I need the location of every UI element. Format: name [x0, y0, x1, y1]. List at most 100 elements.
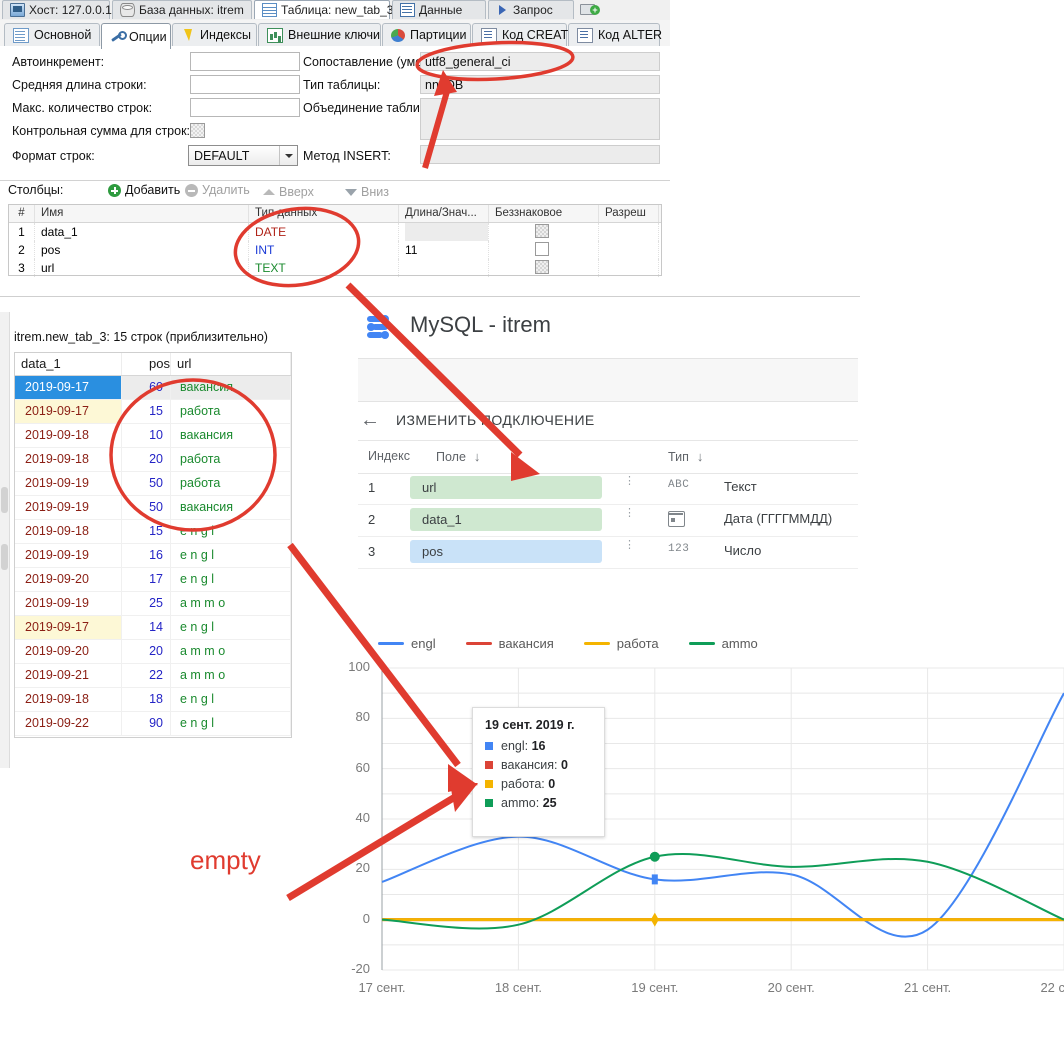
- cell-url[interactable]: e n g l: [171, 568, 291, 591]
- checksum-checkbox[interactable]: [190, 123, 205, 138]
- table-row[interactable]: 2019-09-21 22 a m m o: [15, 664, 291, 688]
- data-header-date[interactable]: data_1: [15, 353, 122, 375]
- col-row-length[interactable]: [405, 223, 488, 241]
- cell-data-1[interactable]: 2019-09-17: [15, 616, 122, 639]
- row-format-select[interactable]: DEFAULT: [188, 145, 298, 166]
- mysql-row-field-chip[interactable]: data_1: [410, 508, 602, 531]
- new-tab-icon[interactable]: [580, 2, 600, 18]
- move-up-button[interactable]: Вверх: [263, 185, 314, 199]
- table-row[interactable]: 2 pos INT 11: [9, 241, 661, 259]
- tab-table[interactable]: Таблица: new_tab_3: [254, 0, 393, 19]
- col-row-name[interactable]: data_1: [35, 223, 249, 241]
- cell-data-1[interactable]: 2019-09-19: [15, 472, 122, 495]
- tab-database[interactable]: База данных: itrem: [112, 0, 252, 19]
- table-row[interactable]: 1 data_1 DATE: [9, 223, 661, 241]
- data-point-marker[interactable]: [650, 912, 659, 927]
- cell-url[interactable]: e n g l: [171, 688, 291, 711]
- cell-url[interactable]: работа: [171, 400, 291, 423]
- cell-url[interactable]: вакансия: [171, 376, 291, 399]
- tab-query[interactable]: Запрос: [488, 0, 574, 19]
- cell-data-1[interactable]: 2019-09-17: [15, 400, 122, 423]
- cell-pos[interactable]: 25: [122, 592, 171, 615]
- col-header-unsigned[interactable]: Беззнаковое: [489, 205, 599, 222]
- more-vertical-icon[interactable]: ⋮: [624, 476, 635, 498]
- max-rows-input[interactable]: [190, 98, 300, 117]
- table-row[interactable]: 2019-09-18 18 e n g l: [15, 688, 291, 712]
- data-header-pos[interactable]: pos: [122, 353, 171, 375]
- col-row-null[interactable]: [599, 259, 659, 277]
- mysql-header-type[interactable]: Тип ↓: [668, 449, 703, 464]
- cell-pos[interactable]: 18: [122, 688, 171, 711]
- table-row[interactable]: 3 url TEXT: [9, 259, 661, 277]
- left-scrollbar[interactable]: [0, 312, 10, 768]
- col-row-type[interactable]: DATE: [249, 223, 399, 241]
- col-row-null[interactable]: [599, 223, 659, 241]
- tab-opcii[interactable]: Опции: [101, 23, 171, 49]
- cell-pos[interactable]: 60: [122, 376, 171, 399]
- cell-url[interactable]: a m m o: [171, 664, 291, 687]
- table-row[interactable]: 2019-09-17 15 работа: [15, 400, 291, 424]
- tab-data[interactable]: Данные: [392, 0, 486, 19]
- cell-url[interactable]: e n g l: [171, 520, 291, 543]
- cell-url[interactable]: e n g l: [171, 616, 291, 639]
- scrollbar-thumb[interactable]: [1, 487, 8, 513]
- cell-data-1[interactable]: 2019-09-20: [15, 568, 122, 591]
- col-row-unsigned-checkbox[interactable]: [535, 224, 549, 238]
- cell-data-1[interactable]: 2019-09-18: [15, 520, 122, 543]
- cell-pos[interactable]: 20: [122, 640, 171, 663]
- cell-pos[interactable]: 17: [122, 568, 171, 591]
- insert-method-input[interactable]: [420, 145, 660, 164]
- more-vertical-icon[interactable]: ⋮: [624, 540, 635, 562]
- cell-pos[interactable]: 15: [122, 520, 171, 543]
- cell-data-1[interactable]: 2019-09-22: [15, 712, 122, 735]
- table-row[interactable]: 2019-09-20 17 e n g l: [15, 568, 291, 592]
- cell-pos[interactable]: 90: [122, 712, 171, 735]
- tab-host[interactable]: Хост: 127.0.0.1: [2, 0, 112, 19]
- table-row[interactable]: 2019-09-18 15 e n g l: [15, 520, 291, 544]
- col-row-length[interactable]: 11: [399, 241, 489, 259]
- col-row-type[interactable]: TEXT: [249, 259, 399, 277]
- col-row-type[interactable]: INT: [249, 241, 399, 259]
- cell-url[interactable]: a m m o: [171, 640, 291, 663]
- more-vertical-icon[interactable]: ⋮: [624, 508, 635, 530]
- cell-data-1[interactable]: 2019-09-19: [15, 544, 122, 567]
- table-row[interactable]: 2019-09-19 16 e n g l: [15, 544, 291, 568]
- data-point-marker[interactable]: [649, 851, 660, 862]
- avg-row-length-input[interactable]: [190, 75, 300, 94]
- col-header-null[interactable]: Разреш: [599, 205, 659, 222]
- tab-code-alter[interactable]: Код ALTER: [568, 23, 662, 46]
- edit-connection-button[interactable]: ← ИЗМЕНИТЬ ПОДКЛЮЧЕНИЕ: [360, 410, 595, 430]
- cell-data-1[interactable]: 2019-09-20: [15, 640, 122, 663]
- cell-data-1[interactable]: 2019-09-18: [15, 424, 122, 447]
- scrollbar-thumb[interactable]: [1, 544, 8, 570]
- tab-code-create[interactable]: Код CREATE: [472, 23, 577, 46]
- table-row[interactable]: 2019-09-19 50 вакансия: [15, 496, 291, 520]
- cell-data-1[interactable]: 2019-09-19: [15, 496, 122, 519]
- data-header-url[interactable]: url: [171, 353, 291, 375]
- tab-indeksy[interactable]: Индексы: [172, 23, 257, 46]
- table-row[interactable]: 2019-09-20 20 a m m o: [15, 640, 291, 664]
- col-row-length[interactable]: [399, 259, 489, 277]
- collation-input[interactable]: utf8_general_ci: [420, 52, 660, 71]
- cell-pos[interactable]: 14: [122, 616, 171, 639]
- cell-pos[interactable]: 50: [122, 496, 171, 519]
- cell-pos[interactable]: 20: [122, 448, 171, 471]
- cell-data-1[interactable]: 2019-09-21: [15, 664, 122, 687]
- tab-particii[interactable]: Партиции: [382, 23, 471, 46]
- table-row[interactable]: 2019-09-18 20 работа: [15, 448, 291, 472]
- mysql-field-row[interactable]: 1 url ⋮ ABC Текст: [358, 472, 858, 505]
- cell-pos[interactable]: 16: [122, 544, 171, 567]
- cell-pos[interactable]: 22: [122, 664, 171, 687]
- mysql-search-bar[interactable]: [358, 358, 858, 402]
- table-row[interactable]: 2019-09-17 60 вакансия: [15, 376, 291, 400]
- delete-column-button[interactable]: Удалить: [185, 183, 250, 197]
- cell-pos[interactable]: 50: [122, 472, 171, 495]
- table-row[interactable]: 2019-09-19 25 a m m o: [15, 592, 291, 616]
- mysql-row-field-chip[interactable]: url: [410, 476, 602, 499]
- table-row[interactable]: 2019-09-17 14 e n g l: [15, 616, 291, 640]
- cell-pos[interactable]: 10: [122, 424, 171, 447]
- table-union-input[interactable]: [420, 98, 660, 140]
- tab-foreign[interactable]: Внешние ключи: [258, 23, 381, 46]
- cell-url[interactable]: вакансия: [171, 496, 291, 519]
- cell-url[interactable]: работа: [171, 448, 291, 471]
